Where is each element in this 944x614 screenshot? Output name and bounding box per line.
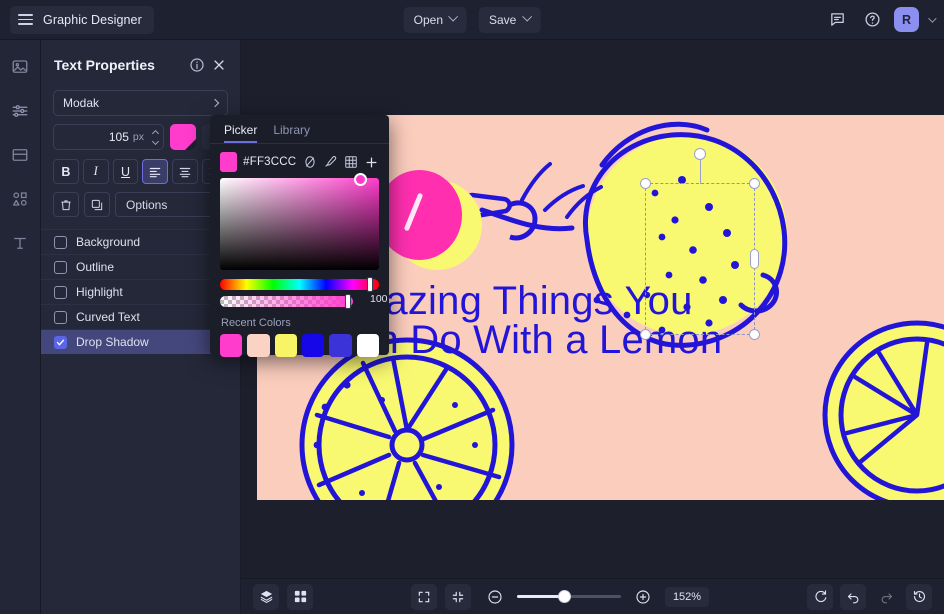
grid-view-icon[interactable]: [287, 583, 313, 610]
chevron-down-icon: [448, 11, 459, 22]
image-icon[interactable]: [5, 52, 35, 82]
checkbox-icon[interactable]: [54, 285, 67, 299]
tool-rail: [0, 40, 41, 614]
font-size-stepper[interactable]: [151, 129, 159, 145]
saturation-value-area[interactable]: [220, 173, 379, 270]
picker-tabs: Picker Library: [210, 115, 389, 143]
font-size-row: 105 px: [53, 124, 228, 150]
underline-button[interactable]: U: [112, 159, 139, 184]
panel-header: Text Properties: [41, 48, 240, 82]
layout-icon[interactable]: [5, 140, 35, 170]
hex-value[interactable]: #FF3CCC: [243, 156, 296, 168]
recent-colors-list: [210, 334, 389, 357]
alpha-handle[interactable]: [345, 294, 351, 309]
decor-blob-pink: [377, 170, 462, 260]
chevron-right-icon: [210, 98, 220, 108]
close-icon[interactable]: [208, 54, 230, 76]
checkbox-label: Curved Text: [76, 310, 140, 324]
refresh-icon[interactable]: [807, 583, 834, 610]
open-label: Open: [413, 12, 443, 27]
zoom-slider[interactable]: [516, 590, 621, 603]
hue-slider[interactable]: [220, 277, 379, 292]
checkbox-label: Outline: [76, 260, 115, 274]
color-picker-popover[interactable]: Picker Library #FF3CCC 100 Recent Colors: [210, 115, 389, 357]
zoom-controls: 152%: [483, 585, 710, 609]
chevron-down-icon[interactable]: [928, 13, 937, 23]
hamburger-icon[interactable]: [18, 14, 33, 25]
save-label: Save: [489, 12, 517, 27]
history-icon[interactable]: [906, 583, 933, 610]
checkbox-icon[interactable]: [54, 310, 67, 324]
grid-icon[interactable]: [343, 154, 358, 171]
checkbox-icon[interactable]: [54, 260, 67, 274]
chevron-down-icon: [521, 11, 532, 22]
recent-color-swatch[interactable]: [274, 334, 297, 357]
font-size-value: 105: [108, 130, 129, 144]
top-bar: Graphic Designer Open Save R: [0, 0, 944, 40]
stepper-up-icon[interactable]: [151, 129, 159, 137]
checkbox-label: Drop Shadow: [76, 335, 149, 349]
app-root: Graphic Designer Open Save R Text Proper…: [0, 0, 944, 614]
alpha-value: 100: [370, 292, 388, 305]
font-family-selector[interactable]: Modak: [53, 90, 228, 116]
italic-button[interactable]: I: [82, 159, 109, 184]
expand-icon[interactable]: [410, 583, 437, 610]
tab-library[interactable]: Library: [273, 123, 310, 143]
open-button[interactable]: Open: [403, 6, 467, 33]
font-size-input[interactable]: 105 px: [53, 124, 164, 150]
checkbox-icon[interactable]: [54, 235, 67, 249]
recent-color-swatch[interactable]: [220, 334, 243, 357]
tab-picker[interactable]: Picker: [224, 123, 258, 143]
checkbox-label: Highlight: [76, 285, 123, 299]
font-size-unit: px: [132, 131, 144, 143]
app-title: Graphic Designer: [43, 12, 142, 27]
recent-colors-label: Recent Colors: [221, 317, 291, 329]
adjustments-icon[interactable]: [5, 96, 35, 126]
comment-icon[interactable]: [824, 7, 850, 33]
format-toolbar: B I U: [53, 159, 228, 184]
align-left-icon[interactable]: [142, 159, 169, 184]
text-color-swatch[interactable]: [170, 124, 196, 150]
panel-title: Text Properties: [54, 57, 155, 73]
zoom-level[interactable]: 152%: [664, 586, 710, 607]
alpha-slider[interactable]: [220, 294, 353, 309]
object-tools: Options: [53, 192, 228, 217]
bottom-bar: 152%: [241, 578, 944, 614]
recent-color-swatch[interactable]: [247, 334, 270, 357]
checkbox-icon[interactable]: [54, 335, 67, 349]
collapse-icon[interactable]: [444, 583, 471, 610]
bold-button[interactable]: B: [53, 159, 79, 184]
text-icon[interactable]: [5, 228, 35, 258]
plus-icon[interactable]: [364, 154, 379, 171]
trash-icon[interactable]: [53, 192, 79, 217]
recent-color-swatch[interactable]: [301, 334, 325, 357]
top-right-actions: R: [824, 7, 937, 33]
sv-handle[interactable]: [354, 173, 367, 186]
checkbox-label: Background: [76, 235, 141, 249]
zoom-slider-knob[interactable]: [557, 590, 571, 603]
no-color-icon[interactable]: [302, 154, 317, 171]
hue-handle[interactable]: [367, 277, 373, 292]
undo-icon[interactable]: [840, 583, 867, 610]
recent-color-swatch[interactable]: [329, 334, 352, 357]
help-circle-icon[interactable]: [859, 7, 885, 33]
font-family-value: Modak: [63, 96, 100, 110]
minus-circle-icon[interactable]: [483, 585, 507, 609]
avatar[interactable]: R: [894, 7, 919, 32]
save-button[interactable]: Save: [479, 6, 541, 33]
info-circle-icon[interactable]: [186, 54, 208, 76]
alpha-row: 100: [210, 290, 389, 309]
layers-icon[interactable]: [253, 583, 279, 610]
plus-circle-icon[interactable]: [631, 585, 655, 609]
redo-icon[interactable]: [873, 584, 899, 610]
eyedropper-icon[interactable]: [323, 154, 338, 171]
stepper-down-icon[interactable]: [151, 137, 159, 145]
copy-icon[interactable]: [84, 192, 110, 217]
current-color-swatch[interactable]: [220, 152, 238, 172]
align-center-icon[interactable]: [172, 159, 199, 184]
app-brand[interactable]: Graphic Designer: [10, 5, 154, 34]
recent-color-swatch[interactable]: [356, 334, 379, 357]
shapes-icon[interactable]: [5, 184, 35, 214]
file-actions: Open Save: [403, 6, 541, 33]
